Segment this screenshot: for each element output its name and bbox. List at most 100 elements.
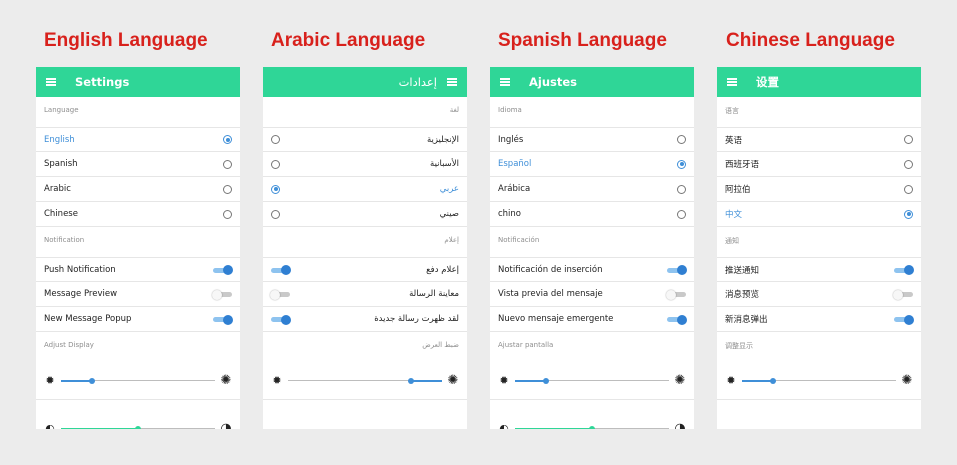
language-option-label: الأسبانية — [430, 159, 459, 169]
radio-button[interactable] — [904, 135, 913, 144]
slider-fill — [61, 379, 92, 382]
toggle-switch[interactable] — [213, 265, 233, 275]
toggle-switch[interactable] — [270, 289, 290, 300]
notification-setting[interactable]: New Message Popup — [36, 307, 240, 332]
radio-button[interactable] — [677, 159, 686, 169]
toggle-knob[interactable] — [677, 265, 687, 275]
notification-setting[interactable]: Notificación de inserción — [490, 257, 694, 282]
notification-setting[interactable]: Vista previa del mensaje — [490, 282, 694, 307]
phone-screen: 设置 语言 英语 西班牙语 阿拉伯 中文 通知 推送通知 消息预览 新消息弹出 调整显示 ✹ ✺ — [717, 67, 921, 429]
display-section-label: 调整显示 — [725, 342, 753, 350]
toggle-switch[interactable] — [894, 314, 914, 325]
contrast-slider[interactable] — [515, 424, 669, 429]
slider-fill — [515, 379, 546, 382]
radio-button[interactable] — [223, 159, 232, 169]
sun-icon: ✹ — [45, 374, 55, 387]
radio-button[interactable] — [904, 159, 913, 169]
brightness-slider[interactable] — [742, 376, 896, 386]
hamburger-menu-icon[interactable] — [500, 78, 510, 86]
notification-setting[interactable]: 消息预览 — [717, 282, 921, 307]
toggle-knob[interactable] — [893, 289, 903, 300]
slider-thumb[interactable] — [88, 377, 95, 384]
toggle-knob[interactable] — [281, 265, 291, 275]
slider-thumb[interactable] — [542, 377, 549, 384]
toggle-knob[interactable] — [212, 289, 222, 300]
brightness-slider[interactable] — [515, 376, 669, 386]
notification-setting-label: 推送通知 — [725, 265, 760, 276]
slider-thumb[interactable] — [408, 377, 415, 384]
radio-button[interactable] — [904, 209, 913, 219]
language-option[interactable]: Arabic — [36, 177, 240, 202]
toggle-knob[interactable] — [666, 289, 676, 300]
notification-setting[interactable]: Push Notification — [36, 257, 240, 282]
language-option[interactable]: Español — [490, 152, 694, 177]
brightness-slider[interactable] — [61, 376, 215, 386]
language-option[interactable]: Inglés — [490, 127, 694, 152]
notification-setting[interactable]: لقد ظهرت رسالة جديدة — [263, 307, 467, 332]
radio-button[interactable] — [271, 159, 280, 169]
radio-button[interactable] — [271, 184, 280, 194]
radio-button[interactable] — [904, 184, 913, 194]
radio-button[interactable] — [271, 135, 280, 144]
language-option[interactable]: صيني — [263, 202, 467, 227]
language-option[interactable]: عربي — [263, 177, 467, 202]
language-option-label: Chinese — [44, 209, 78, 219]
toggle-switch[interactable] — [213, 314, 233, 325]
language-option[interactable]: chino — [490, 202, 694, 227]
slider-thumb[interactable] — [589, 425, 595, 429]
language-option[interactable]: 中文 — [717, 202, 921, 227]
notification-setting[interactable]: 推送通知 — [717, 257, 921, 282]
language-option[interactable]: Arábica — [490, 177, 694, 202]
notification-setting[interactable]: إعلام دفع — [263, 257, 467, 282]
toggle-switch[interactable] — [212, 289, 232, 300]
toggle-switch[interactable] — [667, 265, 687, 275]
toggle-knob[interactable] — [223, 265, 233, 275]
language-section-label: Language — [44, 106, 79, 114]
radio-button[interactable] — [223, 209, 232, 219]
hamburger-menu-icon[interactable] — [727, 78, 737, 86]
language-option[interactable]: 西班牙语 — [717, 152, 921, 177]
language-option[interactable]: Spanish — [36, 152, 240, 177]
notification-setting[interactable]: Message Preview — [36, 282, 240, 307]
brightness-slider[interactable] — [288, 376, 442, 386]
language-option-label: Español — [498, 159, 532, 169]
radio-button[interactable] — [223, 135, 232, 144]
column-heading: English Language — [44, 30, 208, 51]
notification-setting[interactable]: معاينة الرسالة — [263, 282, 467, 307]
language-option[interactable]: الإنجليزية — [263, 127, 467, 152]
language-option[interactable]: الأسبانية — [263, 152, 467, 177]
language-option[interactable]: 阿拉伯 — [717, 177, 921, 202]
radio-button[interactable] — [271, 209, 280, 219]
notification-setting[interactable]: Nuevo mensaje emergente — [490, 307, 694, 332]
toggle-switch[interactable] — [893, 289, 913, 300]
hamburger-menu-icon[interactable] — [447, 78, 457, 86]
language-option[interactable]: Chinese — [36, 202, 240, 227]
toggle-knob[interactable] — [904, 314, 914, 325]
toggle-knob[interactable] — [223, 314, 233, 325]
radio-button[interactable] — [677, 209, 686, 219]
slider-spacer — [490, 400, 694, 410]
contrast-slider[interactable] — [61, 424, 215, 429]
slider-thumb[interactable] — [135, 425, 141, 429]
toggle-knob[interactable] — [270, 289, 280, 300]
notification-setting[interactable]: 新消息弹出 — [717, 307, 921, 332]
hamburger-menu-icon[interactable] — [46, 78, 56, 86]
toggle-switch[interactable] — [666, 289, 686, 300]
toggle-knob[interactable] — [904, 265, 914, 275]
toggle-switch[interactable] — [894, 265, 914, 275]
toggle-switch[interactable] — [271, 314, 291, 325]
language-option[interactable]: English — [36, 127, 240, 152]
toggle-knob[interactable] — [677, 314, 687, 325]
toggle-switch[interactable] — [667, 314, 687, 325]
app-bar: Settings — [36, 67, 240, 97]
radio-button[interactable] — [677, 135, 686, 144]
language-option[interactable]: 英语 — [717, 127, 921, 152]
radio-button[interactable] — [677, 184, 686, 194]
notification-setting-label: معاينة الرسالة — [409, 289, 459, 299]
notification-setting-label: Notificación de inserción — [498, 264, 603, 275]
radio-button[interactable] — [223, 184, 232, 194]
slider-thumb[interactable] — [769, 377, 776, 384]
toggle-knob[interactable] — [281, 314, 291, 325]
sun-icon: ✹ — [499, 374, 509, 387]
toggle-switch[interactable] — [271, 265, 291, 275]
